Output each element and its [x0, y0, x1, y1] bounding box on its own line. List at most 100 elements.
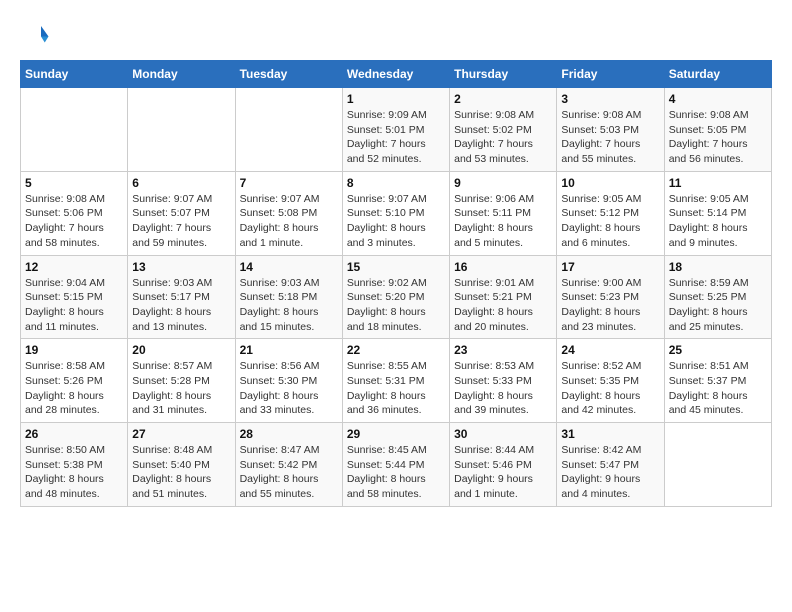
- day-detail: Sunrise: 9:06 AMSunset: 5:11 PMDaylight:…: [454, 192, 552, 251]
- day-detail: Sunrise: 8:56 AMSunset: 5:30 PMDaylight:…: [240, 359, 338, 418]
- calendar-cell: [235, 88, 342, 172]
- calendar-cell: 24Sunrise: 8:52 AMSunset: 5:35 PMDayligh…: [557, 339, 664, 423]
- day-detail: Sunrise: 9:07 AMSunset: 5:07 PMDaylight:…: [132, 192, 230, 251]
- day-number: 22: [347, 343, 445, 357]
- day-detail: Sunrise: 8:58 AMSunset: 5:26 PMDaylight:…: [25, 359, 123, 418]
- day-detail: Sunrise: 9:08 AMSunset: 5:03 PMDaylight:…: [561, 108, 659, 167]
- day-number: 16: [454, 260, 552, 274]
- weekday-header: Wednesday: [342, 61, 449, 88]
- day-detail: Sunrise: 9:02 AMSunset: 5:20 PMDaylight:…: [347, 276, 445, 335]
- day-number: 20: [132, 343, 230, 357]
- day-number: 15: [347, 260, 445, 274]
- day-detail: Sunrise: 9:07 AMSunset: 5:10 PMDaylight:…: [347, 192, 445, 251]
- weekday-header: Tuesday: [235, 61, 342, 88]
- day-number: 6: [132, 176, 230, 190]
- calendar-cell: 31 Sunrise: 8:42 AMSunset: 5:47 PMDayligh…: [557, 423, 664, 507]
- day-detail: Sunrise: 9:07 AMSunset: 5:08 PMDaylight:…: [240, 192, 338, 251]
- calendar-table: SundayMondayTuesdayWednesdayThursdayFrid…: [20, 60, 772, 507]
- day-number: 23: [454, 343, 552, 357]
- day-number: 21: [240, 343, 338, 357]
- day-detail: Sunrise: 8:44 AMSunset: 5:46 PMDaylight:…: [454, 443, 552, 502]
- calendar-cell: 3 Sunrise: 9:08 AMSunset: 5:03 PMDaylight…: [557, 88, 664, 172]
- calendar-cell: [21, 88, 128, 172]
- day-detail: Sunrise: 9:03 AMSunset: 5:17 PMDaylight:…: [132, 276, 230, 335]
- day-number: 13: [132, 260, 230, 274]
- calendar-week-row: 19 Sunrise: 8:58 AMSunset: 5:26 PMDayligh…: [21, 339, 772, 423]
- day-number: 17: [561, 260, 659, 274]
- day-number: 14: [240, 260, 338, 274]
- day-number: 4: [669, 92, 767, 106]
- day-detail: Sunrise: 8:53 AMSunset: 5:33 PMDaylight:…: [454, 359, 552, 418]
- calendar-cell: 16 Sunrise: 9:01 AMSunset: 5:21 PMDayligh…: [450, 255, 557, 339]
- calendar-cell: 13 Sunrise: 9:03 AMSunset: 5:17 PMDayligh…: [128, 255, 235, 339]
- calendar-cell: [128, 88, 235, 172]
- day-number: 26: [25, 427, 123, 441]
- day-detail: Sunrise: 9:08 AMSunset: 5:05 PMDaylight:…: [669, 108, 767, 167]
- day-detail: Sunrise: 9:09 AMSunset: 5:01 PMDaylight:…: [347, 108, 445, 167]
- day-detail: Sunrise: 9:01 AMSunset: 5:21 PMDaylight:…: [454, 276, 552, 335]
- day-number: 7: [240, 176, 338, 190]
- day-number: 27: [132, 427, 230, 441]
- calendar-cell: 23 Sunrise: 8:53 AMSunset: 5:33 PMDayligh…: [450, 339, 557, 423]
- calendar-cell: 2 Sunrise: 9:08 AMSunset: 5:02 PMDaylight…: [450, 88, 557, 172]
- calendar-cell: 1 Sunrise: 9:09 AMSunset: 5:01 PMDaylight…: [342, 88, 449, 172]
- day-detail: Sunrise: 9:04 AMSunset: 5:15 PMDaylight:…: [25, 276, 123, 335]
- day-detail: Sunrise: 8:42 AMSunset: 5:47 PMDaylight:…: [561, 443, 659, 502]
- day-number: 19: [25, 343, 123, 357]
- day-detail: Sunrise: 8:51 AMSunset: 5:37 PMDaylight:…: [669, 359, 767, 418]
- day-number: 24: [561, 343, 659, 357]
- calendar-cell: 10 Sunrise: 9:05 AMSunset: 5:12 PMDayligh…: [557, 171, 664, 255]
- weekday-header: Sunday: [21, 61, 128, 88]
- calendar-cell: 17 Sunrise: 9:00 AMSunset: 5:23 PMDayligh…: [557, 255, 664, 339]
- page-header: [20, 20, 772, 50]
- weekday-header: Saturday: [664, 61, 771, 88]
- calendar-cell: 26 Sunrise: 8:50 AMSunset: 5:38 PMDayligh…: [21, 423, 128, 507]
- day-number: 8: [347, 176, 445, 190]
- day-detail: Sunrise: 9:00 AMSunset: 5:23 PMDaylight:…: [561, 276, 659, 335]
- day-detail: Sunrise: 8:50 AMSunset: 5:38 PMDaylight:…: [25, 443, 123, 502]
- calendar-cell: 22 Sunrise: 8:55 AMSunset: 5:31 PMDayligh…: [342, 339, 449, 423]
- day-detail: Sunrise: 9:08 AMSunset: 5:02 PMDaylight:…: [454, 108, 552, 167]
- calendar-cell: 12Sunrise: 9:04 AMSunset: 5:15 PMDayligh…: [21, 255, 128, 339]
- day-number: 10: [561, 176, 659, 190]
- day-number: 1: [347, 92, 445, 106]
- day-number: 2: [454, 92, 552, 106]
- day-detail: Sunrise: 9:05 AMSunset: 5:14 PMDaylight:…: [669, 192, 767, 251]
- day-number: 3: [561, 92, 659, 106]
- calendar-cell: 20Sunrise: 8:57 AMSunset: 5:28 PMDayligh…: [128, 339, 235, 423]
- calendar-cell: 8 Sunrise: 9:07 AMSunset: 5:10 PMDaylight…: [342, 171, 449, 255]
- weekday-header: Monday: [128, 61, 235, 88]
- day-number: 5: [25, 176, 123, 190]
- calendar-cell: [664, 423, 771, 507]
- day-detail: Sunrise: 8:55 AMSunset: 5:31 PMDaylight:…: [347, 359, 445, 418]
- day-detail: Sunrise: 8:47 AMSunset: 5:42 PMDaylight:…: [240, 443, 338, 502]
- calendar-cell: 7 Sunrise: 9:07 AMSunset: 5:08 PMDaylight…: [235, 171, 342, 255]
- day-detail: Sunrise: 8:48 AMSunset: 5:40 PMDaylight:…: [132, 443, 230, 502]
- calendar-cell: 14Sunrise: 9:03 AMSunset: 5:18 PMDayligh…: [235, 255, 342, 339]
- calendar-week-row: 1 Sunrise: 9:09 AMSunset: 5:01 PMDaylight…: [21, 88, 772, 172]
- calendar-week-row: 26 Sunrise: 8:50 AMSunset: 5:38 PMDayligh…: [21, 423, 772, 507]
- day-number: 29: [347, 427, 445, 441]
- calendar-cell: 9 Sunrise: 9:06 AMSunset: 5:11 PMDaylight…: [450, 171, 557, 255]
- calendar-cell: 19 Sunrise: 8:58 AMSunset: 5:26 PMDayligh…: [21, 339, 128, 423]
- day-number: 30: [454, 427, 552, 441]
- calendar-cell: 25Sunrise: 8:51 AMSunset: 5:37 PMDayligh…: [664, 339, 771, 423]
- day-number: 31: [561, 427, 659, 441]
- weekday-header-row: SundayMondayTuesdayWednesdayThursdayFrid…: [21, 61, 772, 88]
- calendar-week-row: 12Sunrise: 9:04 AMSunset: 5:15 PMDayligh…: [21, 255, 772, 339]
- day-detail: Sunrise: 9:05 AMSunset: 5:12 PMDaylight:…: [561, 192, 659, 251]
- calendar-cell: 11 Sunrise: 9:05 AMSunset: 5:14 PMDayligh…: [664, 171, 771, 255]
- calendar-cell: 28Sunrise: 8:47 AMSunset: 5:42 PMDayligh…: [235, 423, 342, 507]
- calendar-cell: 21 Sunrise: 8:56 AMSunset: 5:30 PMDayligh…: [235, 339, 342, 423]
- day-number: 9: [454, 176, 552, 190]
- day-number: 18: [669, 260, 767, 274]
- calendar-cell: 18Sunrise: 8:59 AMSunset: 5:25 PMDayligh…: [664, 255, 771, 339]
- logo-icon: [20, 20, 50, 50]
- weekday-header: Friday: [557, 61, 664, 88]
- logo: [20, 20, 54, 50]
- calendar-cell: 27 Sunrise: 8:48 AMSunset: 5:40 PMDayligh…: [128, 423, 235, 507]
- calendar-cell: 6 Sunrise: 9:07 AMSunset: 5:07 PMDaylight…: [128, 171, 235, 255]
- day-number: 11: [669, 176, 767, 190]
- weekday-header: Thursday: [450, 61, 557, 88]
- calendar-cell: 4 Sunrise: 9:08 AMSunset: 5:05 PMDaylight…: [664, 88, 771, 172]
